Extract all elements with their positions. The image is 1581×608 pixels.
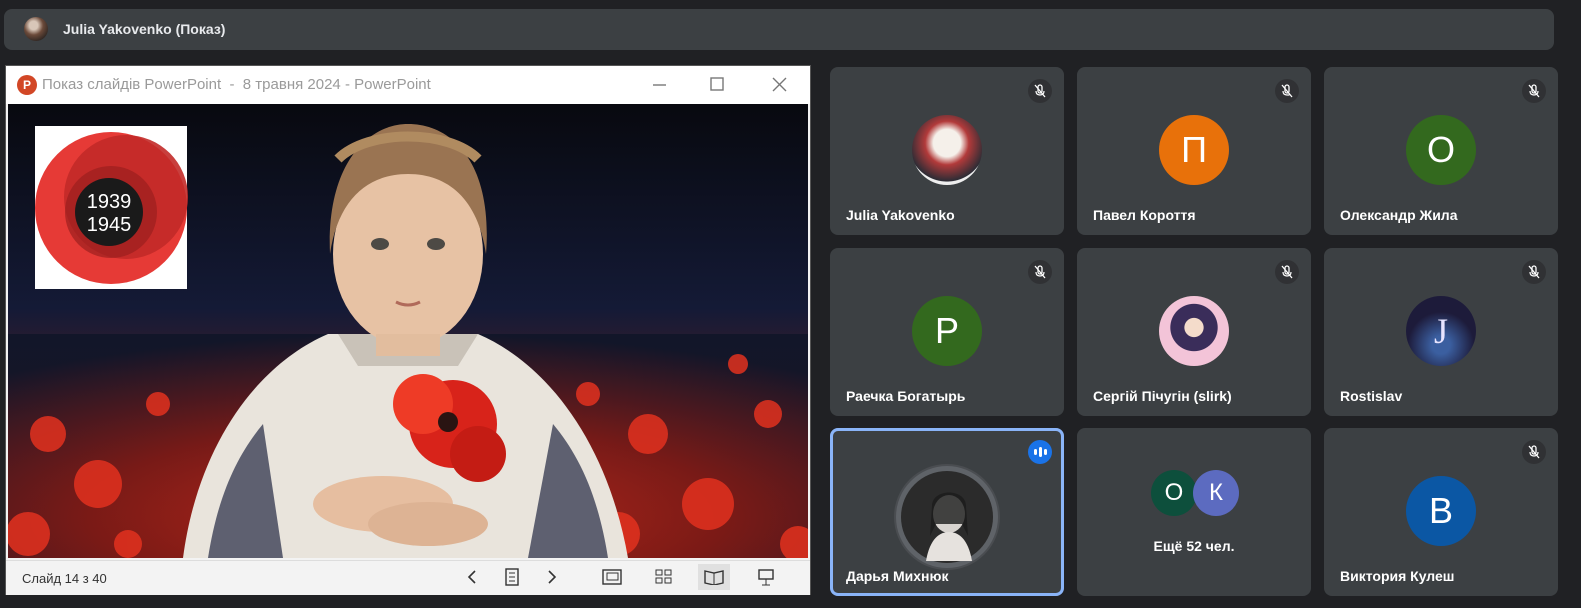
powerpoint-window: P Показ слайдів PowerPoint - 8 травня 20…	[6, 66, 810, 595]
grid-icon	[655, 569, 672, 584]
mic-off-icon	[1522, 260, 1546, 284]
window-title: Показ слайдів PowerPoint - 8 травня 2024…	[42, 76, 431, 93]
presenter-avatar	[24, 17, 48, 41]
more-participants-label: Ещё 52 чел.	[1153, 538, 1235, 554]
slide-image: 1939 1945	[8, 104, 808, 558]
participant-tile[interactable]: П Павел Короття	[1077, 67, 1311, 235]
participant-name: Виктория Кулеш	[1340, 568, 1455, 584]
close-button[interactable]	[756, 72, 802, 98]
speaking-indicator-icon	[1028, 440, 1052, 464]
avatar: J	[1406, 296, 1476, 366]
minimize-button[interactable]	[636, 72, 682, 98]
participant-tile[interactable]: Julia Yakovenko	[830, 67, 1064, 235]
presenter-icon	[758, 569, 774, 586]
participant-name: Сергій Пічугін (slirk)	[1093, 388, 1232, 404]
chevron-left-icon	[467, 570, 476, 584]
participant-name: Дарья Михнюк	[846, 568, 949, 584]
avatar: К	[1193, 470, 1239, 516]
avatar	[912, 115, 982, 185]
powerpoint-logo-icon: P	[17, 75, 37, 95]
mic-off-icon	[1522, 440, 1546, 464]
mic-off-icon	[1275, 260, 1299, 284]
slideshow-statusbar: Слайд 14 з 40	[6, 560, 810, 595]
minimize-icon	[653, 84, 666, 86]
maximize-button[interactable]	[694, 72, 740, 98]
next-slide-button[interactable]	[536, 564, 568, 590]
close-icon	[772, 77, 787, 92]
previous-slide-button[interactable]	[456, 564, 488, 590]
mic-off-icon	[1028, 260, 1052, 284]
slide-list-icon	[505, 568, 519, 586]
more-participants-tile[interactable]: О К Ещё 52 чел.	[1077, 428, 1311, 596]
avatar: П	[1159, 115, 1229, 185]
mic-off-icon	[1522, 79, 1546, 103]
participant-tile[interactable]: Сергій Пічугін (slirk)	[1077, 248, 1311, 416]
slide-counter: Слайд 14 з 40	[22, 571, 107, 586]
avatar: Р	[912, 296, 982, 366]
mic-off-icon	[1275, 79, 1299, 103]
avatar: О	[1151, 470, 1197, 516]
slide-view[interactable]: 1939 1945	[8, 104, 808, 558]
participant-name: Олександр Жила	[1340, 207, 1458, 223]
mic-off-icon	[1028, 79, 1052, 103]
slide-year-bottom: 1945	[87, 214, 132, 236]
window-titlebar: P Показ слайдів PowerPoint - 8 травня 20…	[6, 66, 810, 104]
participant-tile[interactable]: О Олександр Жила	[1324, 67, 1558, 235]
avatar	[1159, 296, 1229, 366]
avatar: О	[1406, 115, 1476, 185]
participant-name: Rostislav	[1340, 388, 1403, 404]
reading-view-button[interactable]	[698, 564, 730, 590]
book-icon	[704, 570, 724, 585]
maximize-icon	[710, 77, 724, 91]
slide-sorter-button[interactable]	[648, 564, 680, 590]
participant-name: Julia Yakovenko	[846, 207, 955, 223]
avatar: В	[1406, 476, 1476, 546]
participant-tile-speaking[interactable]: Дарья Михнюк	[830, 428, 1064, 596]
slideshow-button[interactable]	[750, 564, 782, 590]
participant-tile[interactable]: J Rostislav	[1324, 248, 1558, 416]
participant-name: Раечка Богатырь	[846, 388, 966, 404]
presenter-bar[interactable]: Julia Yakovenko (Показ)	[4, 9, 1554, 50]
presenter-title: Julia Yakovenko (Показ)	[63, 21, 226, 37]
avatar	[896, 466, 998, 568]
slide-year-top: 1939	[87, 191, 132, 213]
participant-tile[interactable]: Р Раечка Богатырь	[830, 248, 1064, 416]
normal-view-button[interactable]	[596, 564, 628, 590]
slide-list-button[interactable]	[496, 564, 528, 590]
normal-view-icon	[602, 569, 622, 585]
participant-name: Павел Короття	[1093, 207, 1196, 223]
participant-tile[interactable]: В Виктория Кулеш	[1324, 428, 1558, 596]
chevron-right-icon	[548, 570, 557, 584]
